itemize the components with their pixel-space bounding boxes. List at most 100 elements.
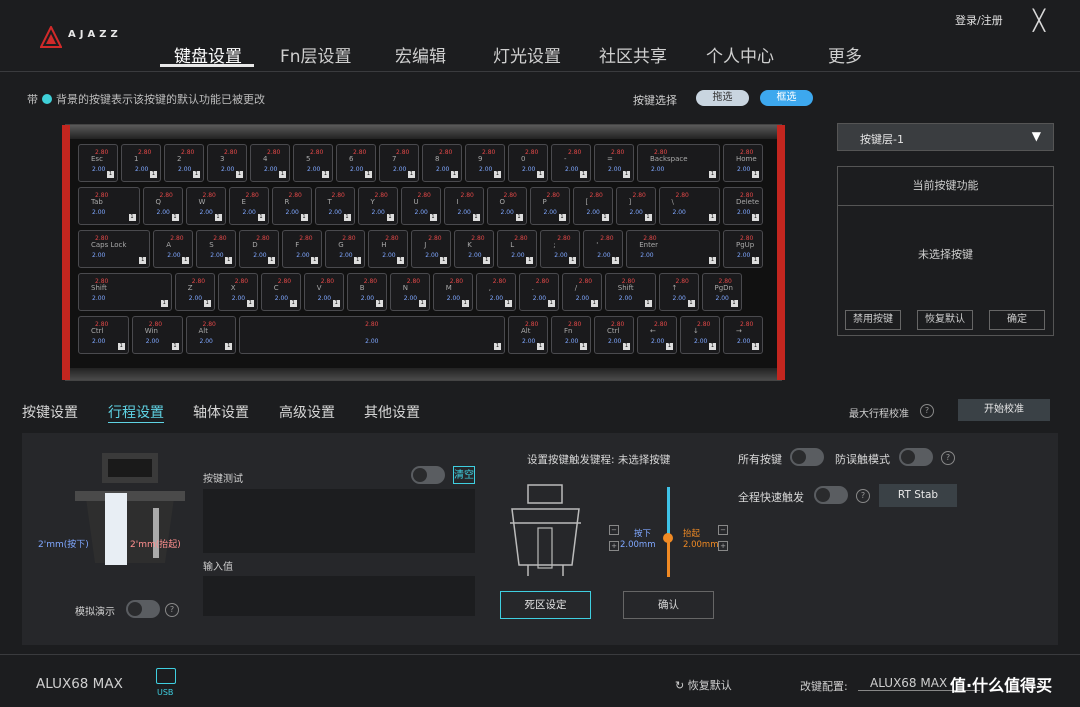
- key-enter[interactable]: 2.80 Enter 2.00 1: [626, 230, 720, 268]
- deadzone-button[interactable]: 死区设定: [500, 591, 591, 619]
- input-value-area[interactable]: [203, 576, 475, 616]
- key-←[interactable]: 2.80 ← 2.00 1: [637, 316, 677, 354]
- nav-more[interactable]: 更多: [828, 42, 862, 67]
- key-pgdn[interactable]: 2.80 PgDn 2.00 1: [701, 273, 742, 311]
- key-k[interactable]: 2.80 K 2.00 1: [454, 230, 495, 268]
- key-pgup[interactable]: 2.80 PgUp 2.00 1: [723, 230, 763, 268]
- key-4[interactable]: 2.80 4 2.00 1: [250, 144, 290, 182]
- key-u[interactable]: 2.80 U 2.00 1: [400, 187, 441, 225]
- key-v[interactable]: 2.80 V 2.00 1: [303, 273, 344, 311]
- travel-slider-handle[interactable]: [663, 533, 673, 543]
- key-=[interactable]: 2.80 = 2.00 1: [594, 144, 634, 182]
- key-z[interactable]: 2.80 Z 2.00 1: [174, 273, 215, 311]
- key-/[interactable]: 2.80/ 2.00 1: [561, 273, 602, 311]
- nav-macro[interactable]: 宏编辑: [395, 42, 446, 67]
- key-7[interactable]: 2.80 7 2.00 1: [379, 144, 419, 182]
- simulate-help-icon[interactable]: ?: [165, 603, 179, 617]
- key-space[interactable]: 2.80 2.00 1: [239, 316, 505, 354]
- restore-key-button[interactable]: 恢复默认: [917, 310, 973, 330]
- key-m[interactable]: 2.80 M 2.00 1: [432, 273, 473, 311]
- key-↓[interactable]: 2.80 ↓ 2.00 1: [680, 316, 720, 354]
- lift-minus-icon[interactable]: −: [718, 525, 728, 535]
- tab-travel-settings[interactable]: 行程设置: [108, 402, 164, 422]
- key-alt[interactable]: 2.80 Alt 2.00 1: [508, 316, 548, 354]
- key-esc[interactable]: 2.80 Esc 2.00 1: [78, 144, 118, 182]
- key-n[interactable]: 2.80 N 2.00 1: [389, 273, 430, 311]
- tab-key-settings[interactable]: 按键设置: [22, 402, 78, 422]
- close-icon[interactable]: ╳: [1033, 8, 1045, 32]
- full-rapid-help-icon[interactable]: ?: [856, 489, 870, 503]
- key-y[interactable]: 2.80 Y 2.00 1: [357, 187, 398, 225]
- key-test-toggle[interactable]: [411, 466, 445, 484]
- key-alt[interactable]: 2.80 Alt 2.00 1: [185, 316, 237, 354]
- press-minus-icon[interactable]: −: [609, 525, 619, 535]
- all-keys-toggle[interactable]: [790, 448, 824, 466]
- key-5[interactable]: 2.80 5 2.00 1: [293, 144, 333, 182]
- key-j[interactable]: 2.80 J 2.00 1: [411, 230, 452, 268]
- nav-profile[interactable]: 个人中心: [706, 42, 774, 67]
- nav-lighting[interactable]: 灯光设置: [493, 42, 561, 67]
- login-link[interactable]: 登录/注册: [955, 12, 1003, 28]
- anti-mistouch-toggle[interactable]: [899, 448, 933, 466]
- disable-key-button[interactable]: 禁用按键: [845, 310, 901, 330]
- confirm-travel-button[interactable]: 确认: [623, 591, 714, 619]
- key-tab[interactable]: 2.80 Tab 2.00 1: [78, 187, 140, 225]
- layer-dropdown[interactable]: 按键层-1 ▼: [837, 123, 1054, 151]
- lift-plus-icon[interactable]: +: [718, 541, 728, 551]
- key-a[interactable]: 2.80 A 2.00 1: [153, 230, 194, 268]
- key-f[interactable]: 2.80 F 2.00 1: [282, 230, 323, 268]
- drag-select-button[interactable]: 拖选: [696, 90, 749, 106]
- restore-default-button[interactable]: ↻ 恢复默认: [675, 677, 732, 693]
- nav-fn-layer[interactable]: Fn层设置: [280, 42, 352, 67]
- key-c[interactable]: 2.80 C 2.00 1: [260, 273, 301, 311]
- key-i[interactable]: 2.80 I 2.00 1: [443, 187, 484, 225]
- tab-advanced-settings[interactable]: 高级设置: [279, 402, 335, 422]
- key-x[interactable]: 2.80 X 2.00 1: [217, 273, 258, 311]
- key-ctrl[interactable]: 2.80 Ctrl 2.00 1: [78, 316, 129, 354]
- key-8[interactable]: 2.80 8 2.00 1: [422, 144, 462, 182]
- key-t[interactable]: 2.80 T 2.00 1: [314, 187, 355, 225]
- key-q[interactable]: 2.80 Q 2.00 1: [142, 187, 183, 225]
- key-caps-lock[interactable]: 2.80 Caps Lock 2.00 1: [78, 230, 151, 268]
- key-1[interactable]: 2.80 1 2.00 1: [121, 144, 161, 182]
- key-shift[interactable]: 2.80 Shift 2.00 1: [78, 273, 172, 311]
- rt-stab-button[interactable]: RT Stab: [879, 484, 957, 507]
- box-select-button[interactable]: 框选: [760, 90, 813, 106]
- key-o[interactable]: 2.80 O 2.00 1: [486, 187, 527, 225]
- key-;[interactable]: 2.80; 2.00 1: [540, 230, 581, 268]
- key-h[interactable]: 2.80 H 2.00 1: [368, 230, 409, 268]
- key-\[interactable]: 2.80 \ 2.00 1: [658, 187, 720, 225]
- key-l[interactable]: 2.80 L 2.00 1: [497, 230, 538, 268]
- key-backspace[interactable]: 2.80 Backspace 2.00 1: [637, 144, 720, 182]
- key-→[interactable]: 2.80 → 2.00 1: [723, 316, 763, 354]
- clear-button[interactable]: 清空: [453, 466, 475, 484]
- key-e[interactable]: 2.80 E 2.00 1: [228, 187, 269, 225]
- full-rapid-trigger-toggle[interactable]: [814, 486, 848, 504]
- key-win[interactable]: 2.80 Win 2.00 1: [131, 316, 183, 354]
- anti-mistouch-help-icon[interactable]: ?: [941, 451, 955, 465]
- key-][interactable]: 2.80] 2.00 1: [615, 187, 656, 225]
- key-↑[interactable]: 2.80 ↑ 2.00 1: [658, 273, 699, 311]
- key-'[interactable]: 2.80 ' 2.00 1: [583, 230, 624, 268]
- key--[interactable]: 2.80- 2.00 1: [551, 144, 591, 182]
- start-calibration-button[interactable]: 开始校准: [958, 399, 1050, 421]
- key-9[interactable]: 2.80 9 2.00 1: [465, 144, 505, 182]
- nav-community[interactable]: 社区共享: [599, 42, 667, 67]
- key-d[interactable]: 2.80 D 2.00 1: [239, 230, 280, 268]
- simulate-toggle[interactable]: [126, 600, 160, 618]
- key-2[interactable]: 2.80 2 2.00 1: [164, 144, 204, 182]
- tab-switch-settings[interactable]: 轴体设置: [193, 402, 249, 422]
- key-home[interactable]: 2.80 Home 2.00 1: [723, 144, 763, 182]
- confirm-key-button[interactable]: 确定: [989, 310, 1045, 330]
- calibration-help-icon[interactable]: ?: [920, 404, 934, 418]
- tab-other-settings[interactable]: 其他设置: [364, 402, 420, 422]
- key-p[interactable]: 2.80 P 2.00 1: [529, 187, 570, 225]
- key-6[interactable]: 2.80 6 2.00 1: [336, 144, 376, 182]
- key-s[interactable]: 2.80 S 2.00 1: [196, 230, 237, 268]
- key-b[interactable]: 2.80 B 2.00 1: [346, 273, 387, 311]
- key-test-area[interactable]: [203, 489, 475, 553]
- key-0[interactable]: 2.80 0 2.00 1: [508, 144, 548, 182]
- key-,[interactable]: 2.80, 2.00 1: [475, 273, 516, 311]
- key-delete[interactable]: 2.80 Delete 2.00 1: [723, 187, 763, 225]
- key-[[interactable]: 2.80[2.00 1: [572, 187, 613, 225]
